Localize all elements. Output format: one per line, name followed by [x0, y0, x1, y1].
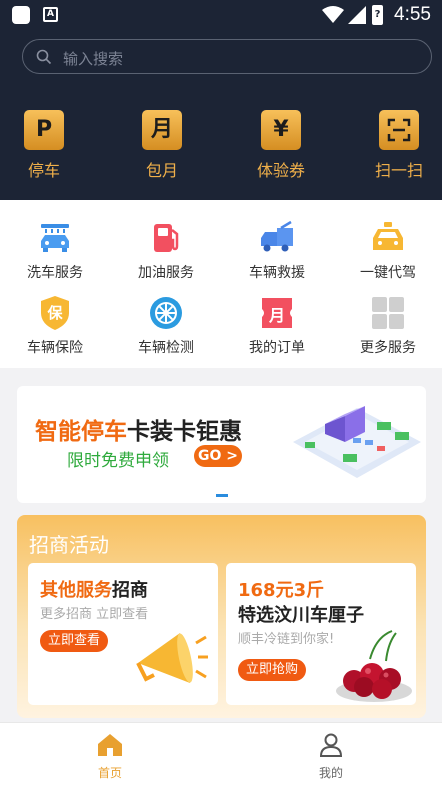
- tab-label: 首页: [97, 766, 122, 780]
- service-label: 洗车服务: [27, 265, 83, 281]
- quick-action-label: 包月: [145, 161, 178, 180]
- card-title-line2: 特选汶川车厘子: [238, 605, 364, 626]
- quick-action-label: 停车: [27, 161, 60, 180]
- bottom-tab-bar: 首页 我的: [0, 722, 442, 786]
- wheel-inspection-icon: [150, 297, 182, 329]
- card-title: 其他服务招商: [40, 580, 148, 601]
- orders-icon: 月: [259, 295, 295, 331]
- signal-icon: [348, 6, 366, 24]
- car-wash-icon: [41, 224, 69, 252]
- quick-action-scan[interactable]: 扫一扫: [364, 110, 434, 181]
- tab-home[interactable]: 首页: [80, 733, 140, 781]
- service-label: 车辆检测: [138, 340, 194, 356]
- service-car-wash[interactable]: 洗车服务: [10, 220, 100, 282]
- view-now-button[interactable]: 立即查看: [40, 630, 109, 652]
- search-placeholder: 输入搜索: [63, 50, 124, 68]
- promo-banner[interactable]: 智能停车卡装卡钜惠 限时免费申领 GO >: [17, 386, 426, 503]
- tab-profile[interactable]: 我的: [301, 733, 361, 781]
- tab-label: 我的: [318, 766, 343, 780]
- service-rescue[interactable]: 车辆救援: [232, 220, 322, 282]
- insurance-shield-icon: 保: [37, 295, 73, 331]
- home-icon: [98, 734, 122, 756]
- cherries-image: [336, 630, 412, 702]
- promo-card-cherries[interactable]: 168元3斤 特选汶川车厘子 顺丰冷链到你家! 立即抢购: [226, 563, 416, 705]
- service-driver[interactable]: 一键代驾: [343, 220, 433, 282]
- quick-action-parking[interactable]: P 停车: [9, 110, 79, 181]
- more-grid-icon: [372, 297, 404, 329]
- card-subtitle: 更多招商 立即查看: [40, 607, 149, 622]
- card-title: 168元3斤: [238, 580, 325, 601]
- coupon-icon: ¥: [261, 110, 301, 150]
- promo-card-services[interactable]: 其他服务招商 更多招商 立即查看 立即查看: [28, 563, 218, 705]
- quick-action-label: 体验券: [256, 161, 305, 180]
- search-input[interactable]: 输入搜索: [22, 39, 432, 74]
- service-label: 加油服务: [138, 265, 194, 281]
- monthly-pass-icon: 月: [142, 110, 182, 150]
- orders-glyph: 月: [268, 306, 285, 325]
- banner-title: 智能停车卡装卡钜惠: [35, 419, 242, 445]
- profile-icon: [319, 733, 343, 757]
- tow-truck-icon: [261, 220, 293, 252]
- service-label: 车辆保险: [27, 340, 83, 356]
- wifi-icon: [322, 6, 344, 23]
- card-subtitle: 顺丰冷链到你家!: [238, 632, 335, 647]
- parking-icon: P: [24, 110, 64, 150]
- promotion-title: 招商活动: [29, 533, 109, 557]
- notification-icon: [12, 6, 30, 24]
- fuel-pump-icon: [154, 224, 179, 252]
- quick-action-monthly[interactable]: 月 包月: [127, 110, 197, 181]
- service-label: 我的订单: [249, 340, 305, 356]
- service-inspection[interactable]: 车辆检测: [121, 295, 211, 357]
- quick-action-label: 扫一扫: [374, 161, 423, 180]
- banner-subtitle: 限时免费申领: [67, 451, 169, 471]
- service-orders[interactable]: 月 我的订单: [232, 295, 322, 357]
- smart-parking-illustration: [293, 406, 421, 478]
- service-label: 一键代驾: [360, 265, 416, 281]
- status-bar: A ? 4:55: [0, 0, 442, 30]
- service-more[interactable]: 更多服务: [343, 295, 433, 357]
- service-fuel[interactable]: 加油服务: [121, 220, 211, 282]
- scan-icon: [379, 110, 419, 150]
- service-label: 车辆救援: [249, 265, 305, 281]
- battery-icon: ?: [372, 5, 383, 25]
- app-notification-icon: A: [43, 7, 58, 22]
- clock: 4:55: [394, 4, 431, 25]
- shield-glyph: 保: [47, 304, 63, 322]
- buy-now-button[interactable]: 立即抢购: [238, 659, 307, 681]
- promotion-section: 招商活动 其他服务招商 更多招商 立即查看 立即查看 168元3斤 特选汶川车厘…: [17, 515, 426, 718]
- service-label: 更多服务: [360, 340, 416, 356]
- search-icon: [36, 49, 52, 65]
- chevron-right-icon: >: [226, 448, 238, 464]
- banner-go-button[interactable]: GO >: [194, 445, 242, 467]
- carousel-indicator[interactable]: [216, 494, 228, 497]
- services-grid: 洗车服务 加油服务 车辆救援 一键代驾 保 车辆保险 车辆检测 月 我的订单 更…: [0, 200, 442, 368]
- megaphone-icon: [136, 633, 208, 683]
- header: A ? 4:55 输入搜索 P 停车 月 包月 ¥ 体验券 扫一扫: [0, 0, 442, 200]
- designated-driver-icon: [373, 222, 403, 250]
- quick-action-coupon[interactable]: ¥ 体验券: [246, 110, 316, 181]
- service-insurance[interactable]: 保 车辆保险: [10, 295, 100, 357]
